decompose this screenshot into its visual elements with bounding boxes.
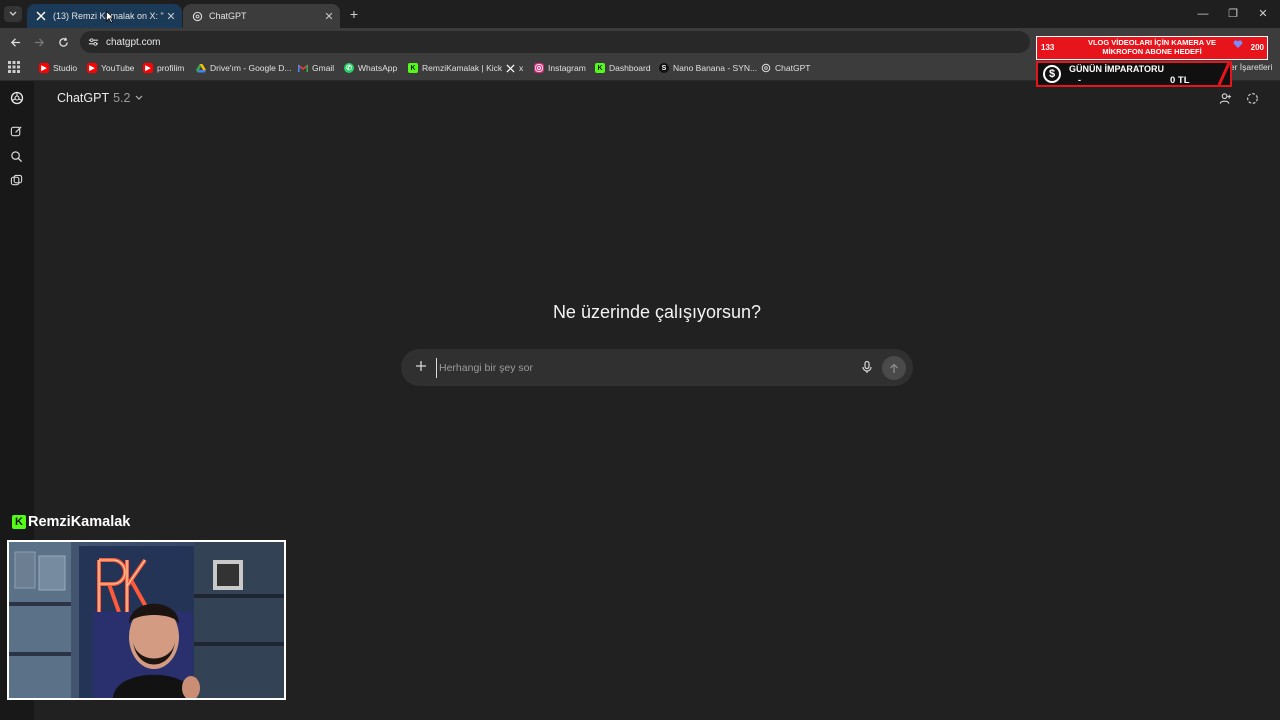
bookmark-profilim[interactable]: ▶ profilim: [143, 60, 184, 76]
google-drive-icon: [196, 63, 206, 73]
arrow-left-icon: [10, 37, 20, 47]
reload-button[interactable]: [55, 34, 71, 50]
webcam-image: [9, 542, 284, 698]
page-title: Ne üzerinde çalışıyorsun?: [552, 302, 762, 322]
model-version: 5.2: [113, 91, 131, 105]
goal-text: VLOG VİDEOLARI İÇİN KAMERA VE MİKROFON A…: [1087, 38, 1217, 56]
x-logo-icon: [505, 63, 515, 73]
goal-target: 200: [1250, 43, 1264, 52]
bookmark-label: ChatGPT: [775, 63, 811, 73]
model-name: ChatGPT: [57, 91, 110, 105]
library-icon[interactable]: [10, 174, 24, 188]
bookmark-label: Instagram: [548, 63, 586, 73]
prompt-composer: [401, 349, 913, 386]
top-donor-overlay: $ GÜNÜN İMPARATORU - 0 TL: [1036, 61, 1232, 87]
temporary-chat-icon[interactable]: [1246, 92, 1259, 105]
youtube-icon: ▶: [87, 63, 97, 73]
openai-logo-icon[interactable]: [10, 91, 24, 105]
chevron-down-icon: [9, 11, 17, 16]
send-button[interactable]: [882, 356, 906, 380]
webcam-feed: [7, 540, 286, 700]
new-chat-icon[interactable]: [10, 125, 24, 139]
back-button[interactable]: [7, 34, 23, 50]
kick-icon: K: [595, 63, 605, 73]
prompt-input[interactable]: [436, 358, 841, 378]
openai-icon: [191, 10, 203, 22]
syn-icon: S: [659, 63, 669, 73]
subscriber-goal-overlay: 133 VLOG VİDEOLARI İÇİN KAMERA VE MİKROF…: [1036, 36, 1268, 60]
bookmark-label: RemziKamalak | Kick: [422, 63, 503, 73]
bookmark-kick[interactable]: K RemziKamalak | Kick: [408, 60, 502, 76]
bookmark-chatgpt[interactable]: ChatGPT: [761, 60, 810, 76]
bookmark-label: WhatsApp: [358, 63, 398, 73]
microphone-icon[interactable]: [860, 360, 874, 374]
bookmark-label: Gmail: [312, 63, 335, 73]
url-text: chatgpt.com: [106, 36, 161, 48]
bookmark-youtube[interactable]: ▶ YouTube: [87, 60, 134, 76]
donor-amount: 0 TL: [1170, 75, 1190, 86]
dollar-coin-icon: $: [1043, 65, 1061, 83]
model-selector[interactable]: ChatGPT 5.2: [57, 91, 143, 105]
restore-button[interactable]: ❐: [1222, 6, 1244, 22]
apps-grid-icon[interactable]: [8, 61, 20, 73]
youtube-icon: ▶: [39, 63, 49, 73]
forward-button[interactable]: [31, 34, 47, 50]
arrow-right-icon: [34, 37, 44, 47]
bookmark-nano-banana[interactable]: S Nano Banana - SYN...: [659, 60, 757, 76]
address-bar[interactable]: chatgpt.com: [80, 31, 1030, 53]
streamer-brand: K RemziKamalak: [12, 514, 130, 530]
kick-icon: K: [408, 63, 418, 73]
chevron-down-icon: [135, 95, 143, 101]
bookmark-gmail[interactable]: Gmail: [298, 60, 334, 76]
tab-title: ChatGPT: [209, 11, 247, 21]
close-tab-icon[interactable]: ✕: [322, 10, 336, 23]
bookmark-label: Studio: [53, 63, 78, 73]
gmail-icon: [298, 63, 308, 73]
youtube-icon: ▶: [143, 63, 153, 73]
close-tab-icon[interactable]: ✕: [164, 10, 178, 23]
bookmark-x[interactable]: x: [505, 60, 523, 76]
kick-logo-icon: K: [12, 515, 26, 529]
bookmark-label: Nano Banana - SYN...: [673, 63, 758, 73]
new-tab-button[interactable]: +: [346, 6, 362, 22]
bookmark-google-drive[interactable]: Drive'ım - Google D...: [196, 60, 291, 76]
openai-icon: [761, 63, 771, 73]
arrow-up-icon: [890, 363, 898, 373]
browser-tab-strip: (13) Remzi Kamalak on X: "BU F ✕ ChatGPT…: [0, 0, 1280, 28]
close-window-button[interactable]: ✕: [1252, 6, 1274, 22]
bookmark-label: Dashboard: [609, 63, 651, 73]
donor-name: -: [1078, 75, 1081, 85]
heart-icon: [1233, 40, 1243, 48]
x-logo-icon: [35, 10, 47, 22]
accent-slash: [1217, 63, 1231, 85]
bookmark-label: Drive'ım - Google D...: [210, 63, 292, 73]
bookmark-label: x: [519, 63, 524, 73]
minimize-button[interactable]: —: [1192, 6, 1214, 22]
tab-chatgpt[interactable]: ChatGPT ✕: [183, 4, 340, 28]
goal-count: 133: [1041, 43, 1055, 52]
mouse-cursor-icon: [106, 11, 114, 23]
add-person-icon[interactable]: [1219, 92, 1232, 105]
tab-search-button[interactable]: [4, 6, 22, 22]
bookmark-label: YouTube: [101, 63, 135, 73]
bookmark-dashboard[interactable]: K Dashboard: [595, 60, 651, 76]
plus-icon[interactable]: [414, 359, 428, 373]
search-icon[interactable]: [10, 150, 24, 164]
tab-remzi-x[interactable]: (13) Remzi Kamalak on X: "BU F ✕: [27, 4, 182, 28]
other-bookmarks-folder[interactable]: ler İşaretleri: [1228, 62, 1272, 72]
bookmark-label: profilim: [157, 63, 185, 73]
bookmark-studio[interactable]: ▶ Studio: [39, 60, 77, 76]
reload-icon: [58, 36, 68, 47]
site-info-icon[interactable]: [86, 35, 100, 49]
instagram-icon: [534, 63, 544, 73]
donor-label: GÜNÜN İMPARATORU: [1069, 64, 1164, 74]
whatsapp-icon: ✆: [344, 63, 354, 73]
streamer-name: RemziKamalak: [28, 514, 131, 530]
bookmark-whatsapp[interactable]: ✆ WhatsApp: [344, 60, 397, 76]
bookmark-instagram[interactable]: Instagram: [534, 60, 586, 76]
